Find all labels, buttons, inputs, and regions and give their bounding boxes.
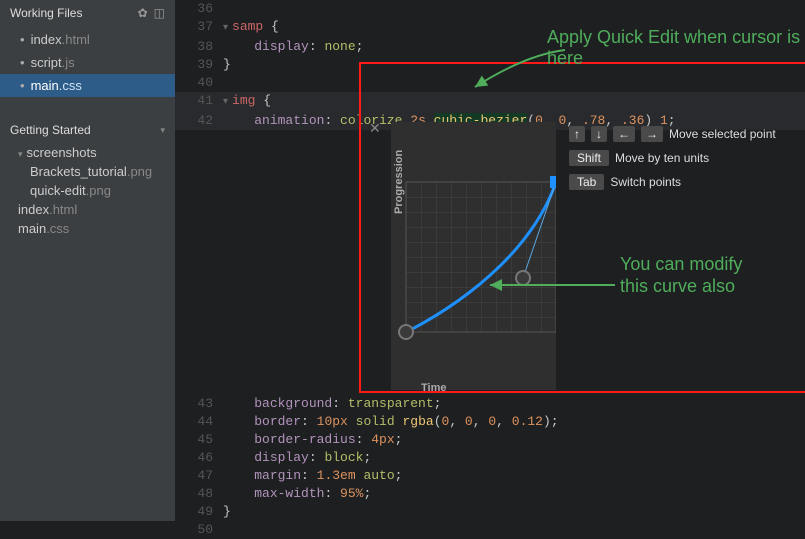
working-files-title: Working Files	[10, 6, 138, 20]
line-number: 39	[175, 56, 223, 74]
quick-edit-hints: ↑ ↓ ← → Move selected point Shift Move by ten …	[569, 126, 776, 198]
code-line[interactable]: 43 background: transparent;	[175, 395, 805, 413]
quick-edit-panel: ✕ Progression Ti	[359, 62, 805, 393]
hint-text: Move selected point	[669, 127, 776, 141]
code-line[interactable]: 36	[175, 0, 805, 18]
bullet-icon: •	[20, 32, 25, 47]
fold-icon[interactable]: ▾	[223, 20, 228, 38]
axis-y-label: Progression	[393, 150, 405, 214]
project-tree: ▾screenshotsBrackets_tutorial.pngquick-e…	[0, 143, 175, 238]
code-line[interactable]: 38 display: none;	[175, 38, 805, 56]
tree-item[interactable]: index.html	[0, 200, 175, 219]
working-files-list: •index.html•script.js•main.css	[0, 26, 175, 99]
key-←: ←	[613, 126, 635, 142]
line-number: 45	[175, 431, 223, 449]
code-line[interactable]: 45 border-radius: 4px;	[175, 431, 805, 449]
bezier-p2[interactable]	[516, 271, 530, 285]
hint-row: Tab Switch points	[569, 174, 776, 190]
tree-item[interactable]: quick-edit.png	[0, 181, 175, 200]
bezier-grid[interactable]	[391, 122, 556, 390]
chevron-down-icon: ▾	[18, 149, 23, 159]
code-line[interactable]: 46 display: block;	[175, 449, 805, 467]
working-file-item[interactable]: •script.js	[0, 51, 175, 74]
key-tab: Tab	[569, 174, 604, 190]
gear-icon[interactable]: ✿	[138, 6, 148, 20]
project-header[interactable]: Getting Started ▾	[0, 117, 175, 143]
code-line[interactable]: 48 max-width: 95%;	[175, 485, 805, 503]
hint-text: Switch points	[610, 175, 681, 189]
hint-row: Shift Move by ten units	[569, 150, 776, 166]
tree-item[interactable]: main.css	[0, 219, 175, 238]
key-↑: ↑	[569, 126, 585, 142]
code-line[interactable]: 37▾samp {	[175, 18, 805, 38]
sidebar: Working Files ✿ ◫ •index.html•script.js•…	[0, 0, 175, 521]
line-number: 37	[175, 18, 223, 36]
line-number: 38	[175, 38, 223, 56]
line-number: 49	[175, 503, 223, 521]
working-files-header: Working Files ✿ ◫	[0, 0, 175, 26]
tree-folder[interactable]: ▾screenshots	[0, 143, 175, 162]
code-line[interactable]: 47 margin: 1.3em auto;	[175, 467, 805, 485]
code-line[interactable]: 44 border: 10px solid rgba(0, 0, 0, 0.12…	[175, 413, 805, 431]
tree-item[interactable]: Brackets_tutorial.png	[0, 162, 175, 181]
editor[interactable]: 3637▾samp {38 display: none;39}4041▾img …	[175, 0, 805, 521]
line-number: 41	[175, 92, 223, 110]
line-number: 36	[175, 0, 223, 18]
bezier-p0[interactable]	[399, 325, 413, 339]
axis-x-label: Time	[421, 382, 446, 394]
hint-row: ↑ ↓ ← → Move selected point	[569, 126, 776, 142]
hint-text: Move by ten units	[615, 151, 709, 165]
line-number: 40	[175, 74, 223, 92]
bullet-icon: •	[20, 55, 25, 70]
line-number: 47	[175, 467, 223, 485]
code-line[interactable]: 50	[175, 521, 805, 539]
key-→: →	[641, 126, 663, 142]
working-file-item[interactable]: •main.css	[0, 74, 175, 97]
split-icon[interactable]: ◫	[154, 6, 165, 20]
working-file-item[interactable]: •index.html	[0, 28, 175, 51]
line-number: 43	[175, 395, 223, 413]
line-number: 44	[175, 413, 223, 431]
chevron-down-icon: ▾	[160, 125, 165, 136]
line-number: 42	[175, 112, 223, 130]
bullet-icon: •	[20, 78, 25, 93]
close-icon[interactable]: ✕	[369, 120, 381, 137]
bezier-curve-svg[interactable]	[391, 122, 556, 390]
key-↓: ↓	[591, 126, 607, 142]
code-line[interactable]: 49}	[175, 503, 805, 521]
line-number: 46	[175, 449, 223, 467]
key-shift: Shift	[569, 150, 609, 166]
line-number: 50	[175, 521, 223, 539]
line-number: 48	[175, 485, 223, 503]
fold-icon[interactable]: ▾	[223, 94, 228, 112]
bezier-p3[interactable]	[550, 176, 556, 188]
